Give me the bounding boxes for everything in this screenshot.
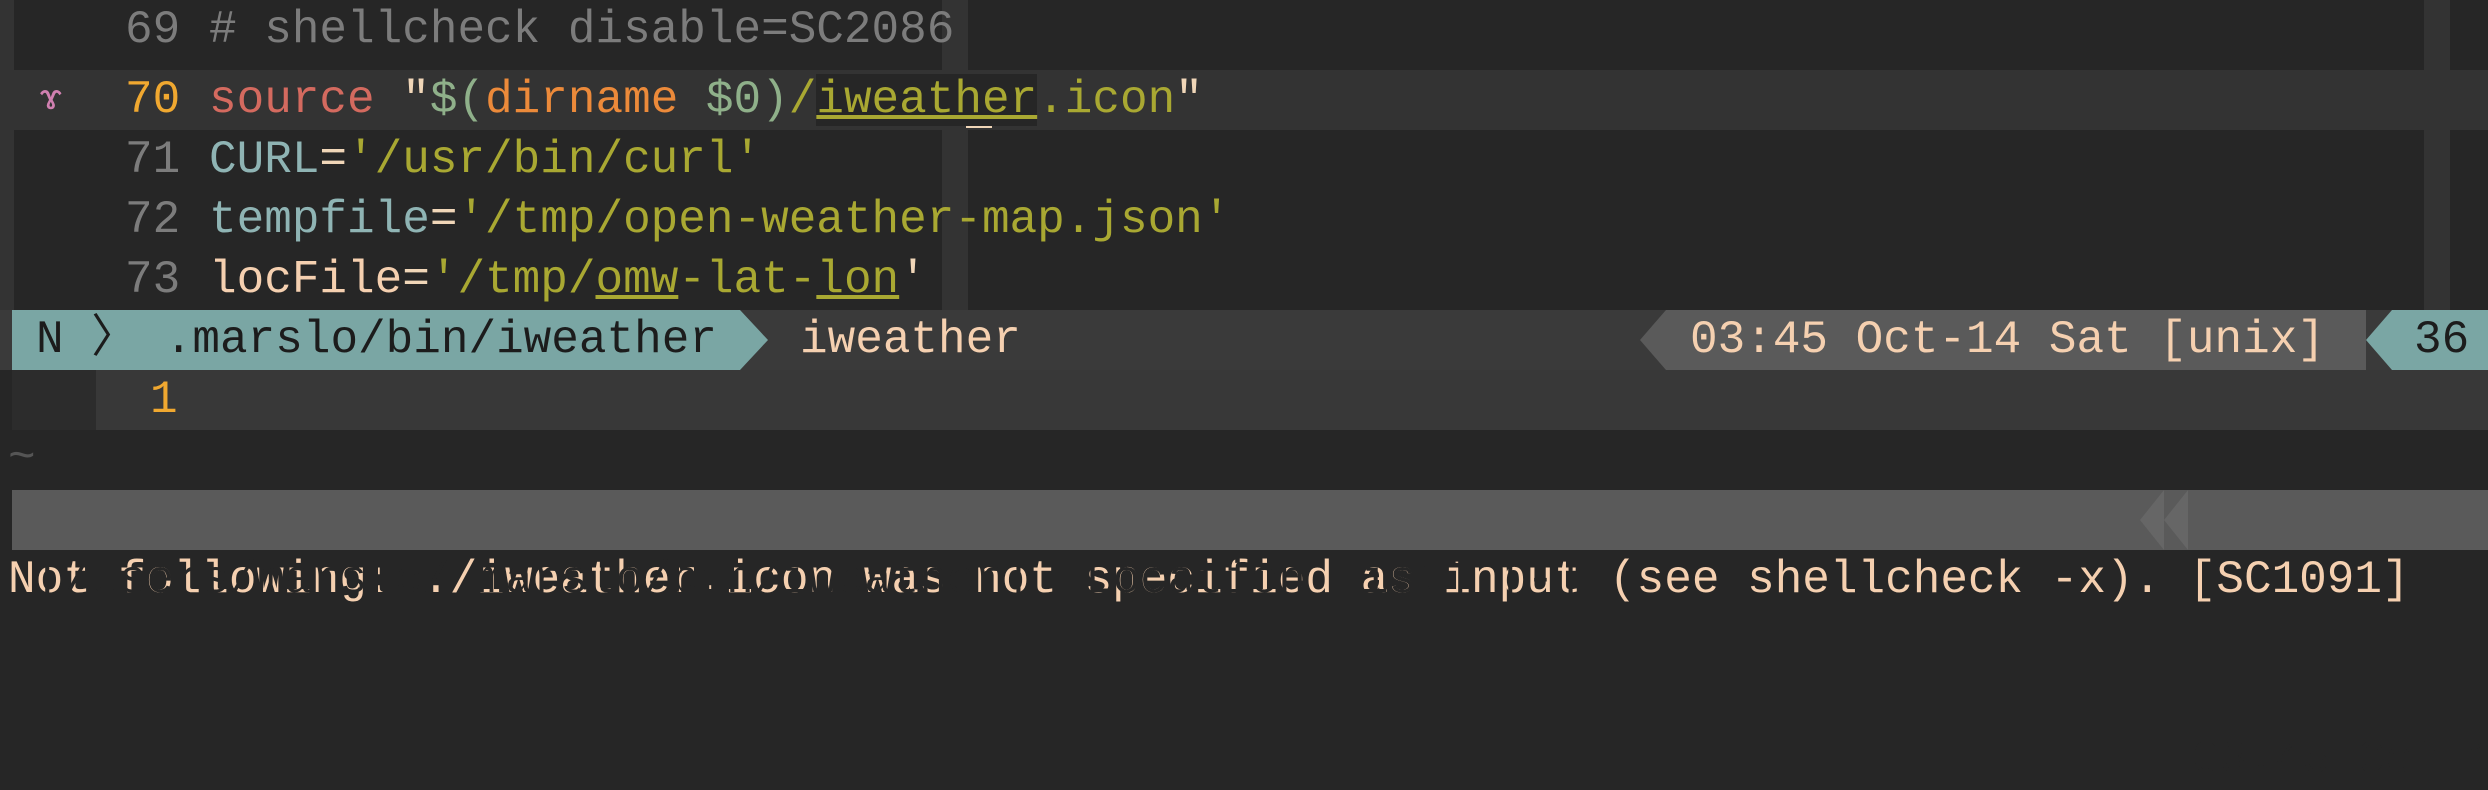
string-underlined: lon: [816, 254, 900, 306]
powerline-arrow-left-icon: [2140, 490, 2164, 550]
string-quote: ": [374, 74, 430, 126]
variable: $0): [678, 74, 789, 126]
keyword: source: [209, 74, 375, 126]
warning-sign-icon[interactable]: ɤ: [40, 70, 62, 130]
comment: # shellcheck disable=SC2086: [209, 4, 955, 56]
string-quote: ': [899, 254, 927, 306]
string-quote: ": [1175, 74, 1203, 126]
line-number: 72: [125, 194, 181, 246]
location-list-title: [/Users/marslo/.marslo/bin/iweather] [Lo…: [36, 554, 1582, 606]
command: dirname: [485, 74, 679, 126]
string-underlined: iweather: [816, 74, 1038, 126]
code-line-73[interactable]: 73 locFile='/tmp/omw-lat-lon': [0, 250, 2488, 310]
location-list-datetime: 03:45 Oct-1: [2192, 734, 2488, 786]
variable-name: tempfile: [209, 194, 430, 246]
code-line-70-cursorline[interactable]: ɤ 70 source "$(dirname $0)/iweather.icon…: [0, 70, 2488, 130]
string-underlined: omw: [595, 254, 679, 306]
statusline: N 〉 .marslo/bin/iweather iweather 03:45 …: [0, 310, 2488, 370]
position-segment: 36: [2392, 310, 2488, 370]
string: '/usr/bin/curl': [347, 134, 762, 186]
variable-name: CURL: [209, 134, 320, 186]
datetime-segment: 03:45 Oct-14 Sat [unix]: [1666, 310, 2366, 370]
chevron-right-icon: 〉: [91, 314, 138, 366]
string: '/tmp/open-weather-map.json': [457, 194, 1231, 246]
powerline-arrow-left-icon: [1640, 310, 1666, 370]
line-number-current: 70: [125, 74, 181, 126]
operator: =: [402, 254, 430, 306]
string: '/tmp/: [429, 254, 596, 306]
powerline-arrow-icon: [740, 310, 768, 370]
file-name: iweather: [800, 314, 1021, 366]
operator: =: [429, 194, 458, 246]
location-list-row[interactable]: 1: [0, 370, 2488, 430]
line-number: 71: [125, 134, 181, 186]
code-line-71[interactable]: 71 CURL='/usr/bin/curl': [0, 130, 2488, 190]
location-list-cursorline: [96, 370, 2488, 430]
subshell-open: $(: [429, 74, 486, 126]
powerline-arrow-left-icon: [2164, 490, 2188, 550]
line-number: 69: [125, 4, 181, 56]
string: -lat-: [678, 254, 817, 306]
code-line-72[interactable]: 72 tempfile='/tmp/open-weather-map.json': [0, 190, 2488, 250]
powerline-arrow-left-icon: [2366, 310, 2392, 370]
mode-segment: N 〉 .marslo/bin/iweather: [12, 310, 740, 370]
string: /: [788, 74, 817, 126]
operator: =: [319, 134, 348, 186]
variable-name: locFile: [209, 254, 403, 306]
file-path: .marslo/bin/iweather: [164, 314, 717, 366]
location-list-line-number: 1: [150, 374, 178, 426]
string: .icon: [1037, 74, 1176, 126]
location-list-statusline: [/Users/marslo/.marslo/bin/iweather] [Lo…: [12, 490, 2488, 786]
code-line-69[interactable]: 69 # shellcheck disable=SC2086: [0, 0, 2488, 60]
line-number: 73: [125, 254, 181, 306]
